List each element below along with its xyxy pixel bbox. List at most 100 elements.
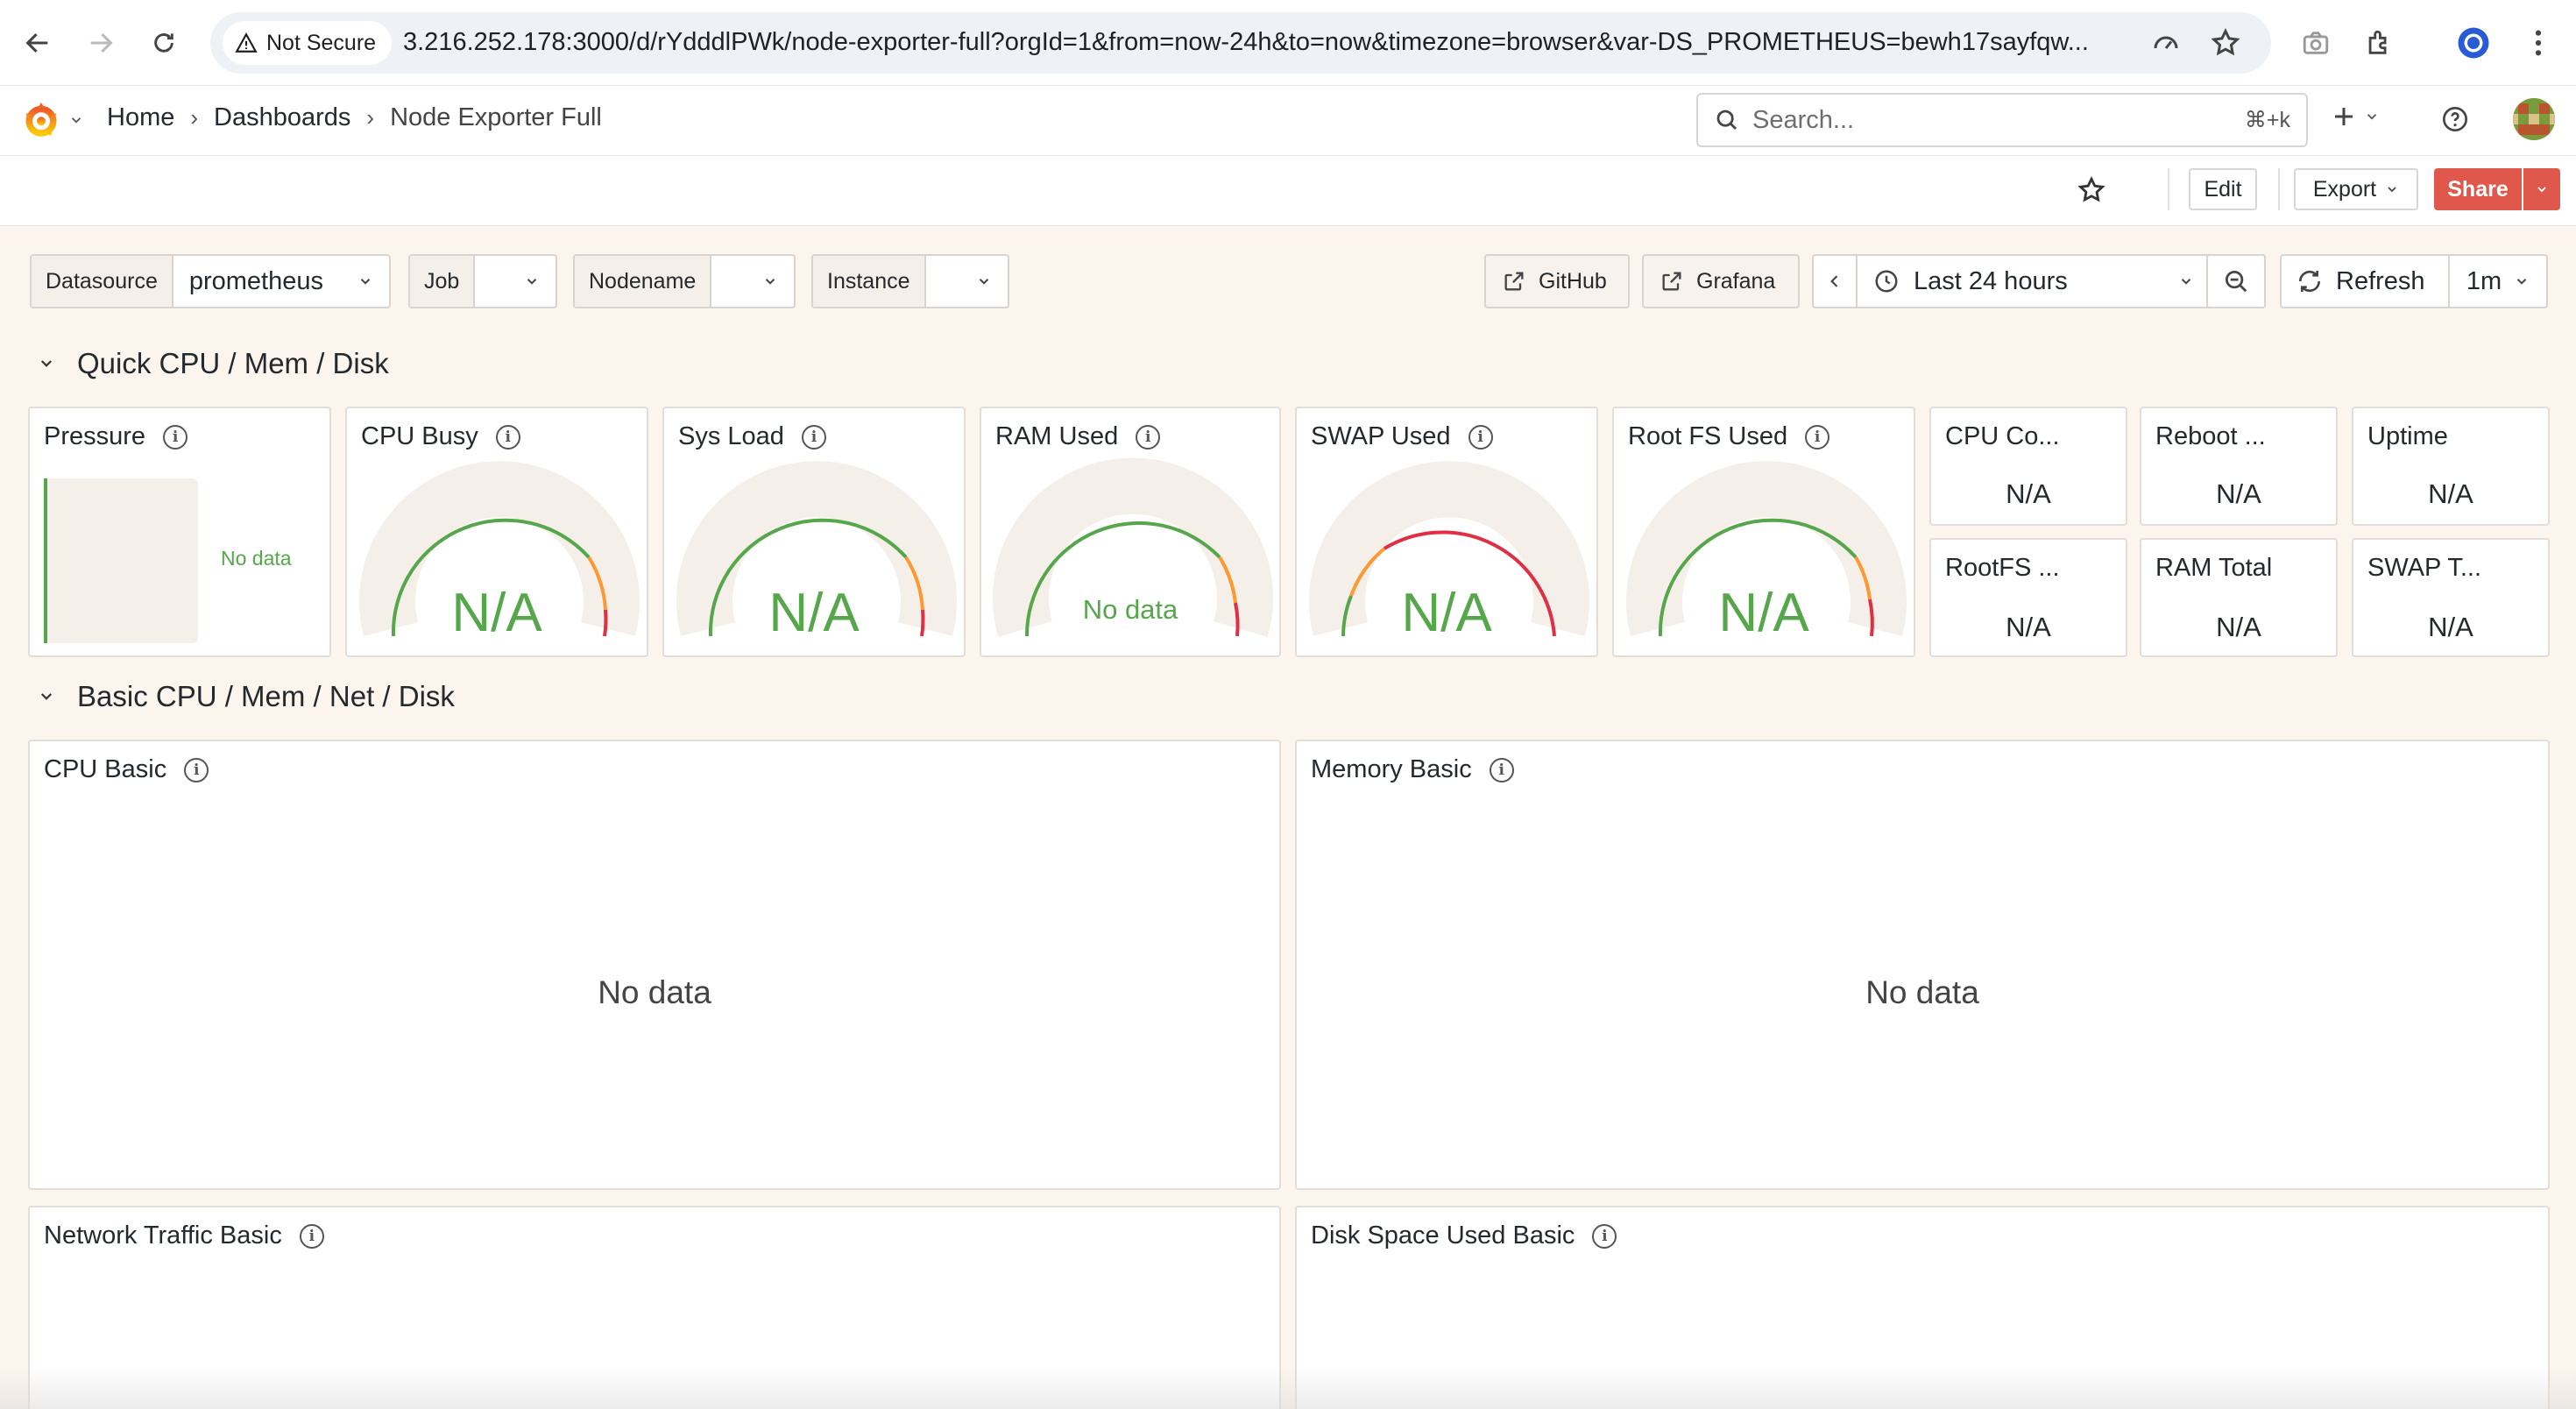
time-range-picker: Last 24 hours <box>1812 254 2266 308</box>
panel-title-text: RootFS ... <box>1945 554 2060 582</box>
panel-cpu-cores[interactable]: CPU Co... N/A <box>1929 407 2127 526</box>
grafana-logo-menu[interactable] <box>19 98 84 142</box>
time-range-button[interactable]: Last 24 hours <box>1858 256 2212 307</box>
panel-title-text: Disk Space Used Basic <box>1311 1221 1575 1250</box>
panel-swap-used[interactable]: SWAP Used i N/A <box>1295 407 1598 657</box>
breadcrumb-dashboards[interactable]: Dashboards <box>214 103 350 132</box>
panel-title-text: CPU Co... <box>1945 422 2060 450</box>
export-button[interactable]: Export <box>2294 168 2418 210</box>
avatar-icon <box>2513 98 2555 140</box>
panel-sys-load[interactable]: Sys Load i N/A <box>662 407 966 657</box>
panel-value: N/A <box>2006 478 2051 509</box>
nodename-label: Nodename <box>575 256 712 307</box>
breadcrumb-home[interactable]: Home <box>107 103 174 132</box>
extensions-icon[interactable] <box>2360 25 2397 61</box>
refresh-interval-select[interactable]: 1m <box>2450 256 2546 307</box>
external-link-icon <box>1662 272 1681 291</box>
github-link-label: GitHub <box>1539 268 1607 294</box>
chevron-down-icon <box>2367 114 2377 120</box>
instance-variable[interactable]: Instance <box>811 254 1009 308</box>
back-icon[interactable] <box>18 23 58 63</box>
share-button[interactable]: Share <box>2434 168 2522 210</box>
search-bar[interactable]: ⌘+k <box>1696 93 2308 147</box>
url-text[interactable]: 3.216.252.178:3000/d/rYdddlPWk/node-expo… <box>403 28 2155 57</box>
panel-ram-used[interactable]: RAM Used i No data <box>980 407 1281 657</box>
camera-icon[interactable] <box>2297 25 2334 61</box>
dashboard-body: Datasource prometheus Job Nodename Insta… <box>0 226 2576 1409</box>
panel-title: Network Traffic Basic i <box>44 1221 324 1250</box>
panel-ram-total[interactable]: RAM Total N/A <box>2140 538 2338 657</box>
breadcrumb: Home › Dashboards › Node Exporter Full <box>107 103 602 132</box>
user-avatar[interactable] <box>2513 98 2555 140</box>
panel-cpu-basic[interactable]: CPU Basic i No data <box>28 740 1281 1190</box>
row-toggle-basic[interactable]: Basic CPU / Mem / Net / Disk <box>39 680 455 713</box>
browser-menu-icon[interactable] <box>2520 25 2557 61</box>
panel-pressure[interactable]: Pressure i No data <box>28 407 331 657</box>
panel-value: N/A <box>451 583 542 643</box>
bookmark-star-icon[interactable] <box>2210 27 2241 59</box>
instance-select[interactable] <box>926 256 1008 307</box>
breadcrumb-current: Node Exporter Full <box>390 103 602 131</box>
zoom-out-button[interactable] <box>2206 254 2266 308</box>
grafana-link-button[interactable]: Grafana <box>1642 254 1800 308</box>
time-shift-back-button[interactable] <box>1814 256 1858 307</box>
time-range-label: Last 24 hours <box>1914 266 2068 295</box>
reload-icon[interactable] <box>144 23 184 63</box>
new-menu-button[interactable] <box>2331 103 2380 130</box>
refresh-interval-value: 1m <box>2466 266 2502 295</box>
datasource-select[interactable]: prometheus <box>173 256 389 307</box>
panel-title-text: Uptime <box>2367 422 2448 450</box>
panel-cpu-busy[interactable]: CPU Busy i N/A <box>345 407 648 657</box>
github-link-button[interactable]: GitHub <box>1484 254 1630 308</box>
panel-memory-basic[interactable]: Memory Basic i No data <box>1295 740 2550 1190</box>
site-info-chip[interactable]: Not Secure <box>223 21 393 65</box>
info-icon[interactable]: i <box>163 424 188 450</box>
panel-rootfs-total[interactable]: RootFS ... N/A <box>1929 538 2127 657</box>
info-icon[interactable]: i <box>184 757 209 782</box>
panel-reboot[interactable]: Reboot ... N/A <box>2140 407 2338 526</box>
chevron-down-icon <box>2537 187 2546 193</box>
forward-icon[interactable] <box>81 23 121 63</box>
info-icon[interactable]: i <box>1592 1223 1617 1249</box>
refresh-label: Refresh <box>2336 266 2425 295</box>
panel-title-text: Network Traffic Basic <box>44 1221 282 1250</box>
refresh-picker: Refresh 1m <box>2280 254 2548 308</box>
job-select[interactable] <box>475 256 556 307</box>
chevron-down-icon <box>765 279 775 285</box>
info-icon[interactable]: i <box>1489 757 1514 782</box>
instance-label: Instance <box>813 256 926 307</box>
search-icon <box>1716 110 1737 130</box>
grafana-top-nav: Home › Dashboards › Node Exporter Full ⌘… <box>0 86 2576 156</box>
warning-icon <box>235 32 258 53</box>
window-bottom-shadow <box>0 1367 2576 1409</box>
share-dropdown-button[interactable] <box>2523 168 2560 210</box>
panel-value: N/A <box>768 583 860 643</box>
panel-value: N/A <box>2428 612 2473 642</box>
job-variable[interactable]: Job <box>408 254 557 308</box>
panel-swap-total[interactable]: SWAP T... N/A <box>2352 538 2550 657</box>
info-icon[interactable]: i <box>299 1223 324 1249</box>
panel-title: Disk Space Used Basic i <box>1311 1221 1617 1250</box>
datasource-label: Datasource <box>32 256 173 307</box>
datasource-variable[interactable]: Datasource prometheus <box>30 254 391 308</box>
panel-value: N/A <box>2428 478 2473 509</box>
nodename-variable[interactable]: Nodename <box>573 254 796 308</box>
chevron-left-icon <box>1830 275 1838 287</box>
panel-root-fs-used[interactable]: Root FS Used i N/A <box>1612 407 1915 657</box>
performance-icon[interactable] <box>2150 27 2182 59</box>
edit-button[interactable]: Edit <box>2189 168 2257 210</box>
grafana-link-label: Grafana <box>1696 268 1776 294</box>
panel-title-text: RAM Total <box>2155 554 2273 582</box>
chevron-down-icon <box>2388 187 2396 193</box>
favorite-star-icon[interactable] <box>2077 175 2106 209</box>
panel-uptime[interactable]: Uptime N/A <box>2352 407 2550 526</box>
address-bar[interactable]: Not Secure 3.216.252.178:3000/d/rYdddlPW… <box>210 12 2271 74</box>
search-input[interactable] <box>1752 105 2245 135</box>
row-toggle-quick[interactable]: Quick CPU / Mem / Disk <box>39 347 389 380</box>
refresh-button[interactable]: Refresh <box>2282 256 2450 307</box>
help-icon[interactable] <box>2441 105 2469 138</box>
profile-icon[interactable] <box>2455 25 2492 61</box>
panel-no-data: No data <box>1865 974 1979 1010</box>
nodename-select[interactable] <box>711 256 794 307</box>
chevron-down-icon <box>40 693 53 700</box>
